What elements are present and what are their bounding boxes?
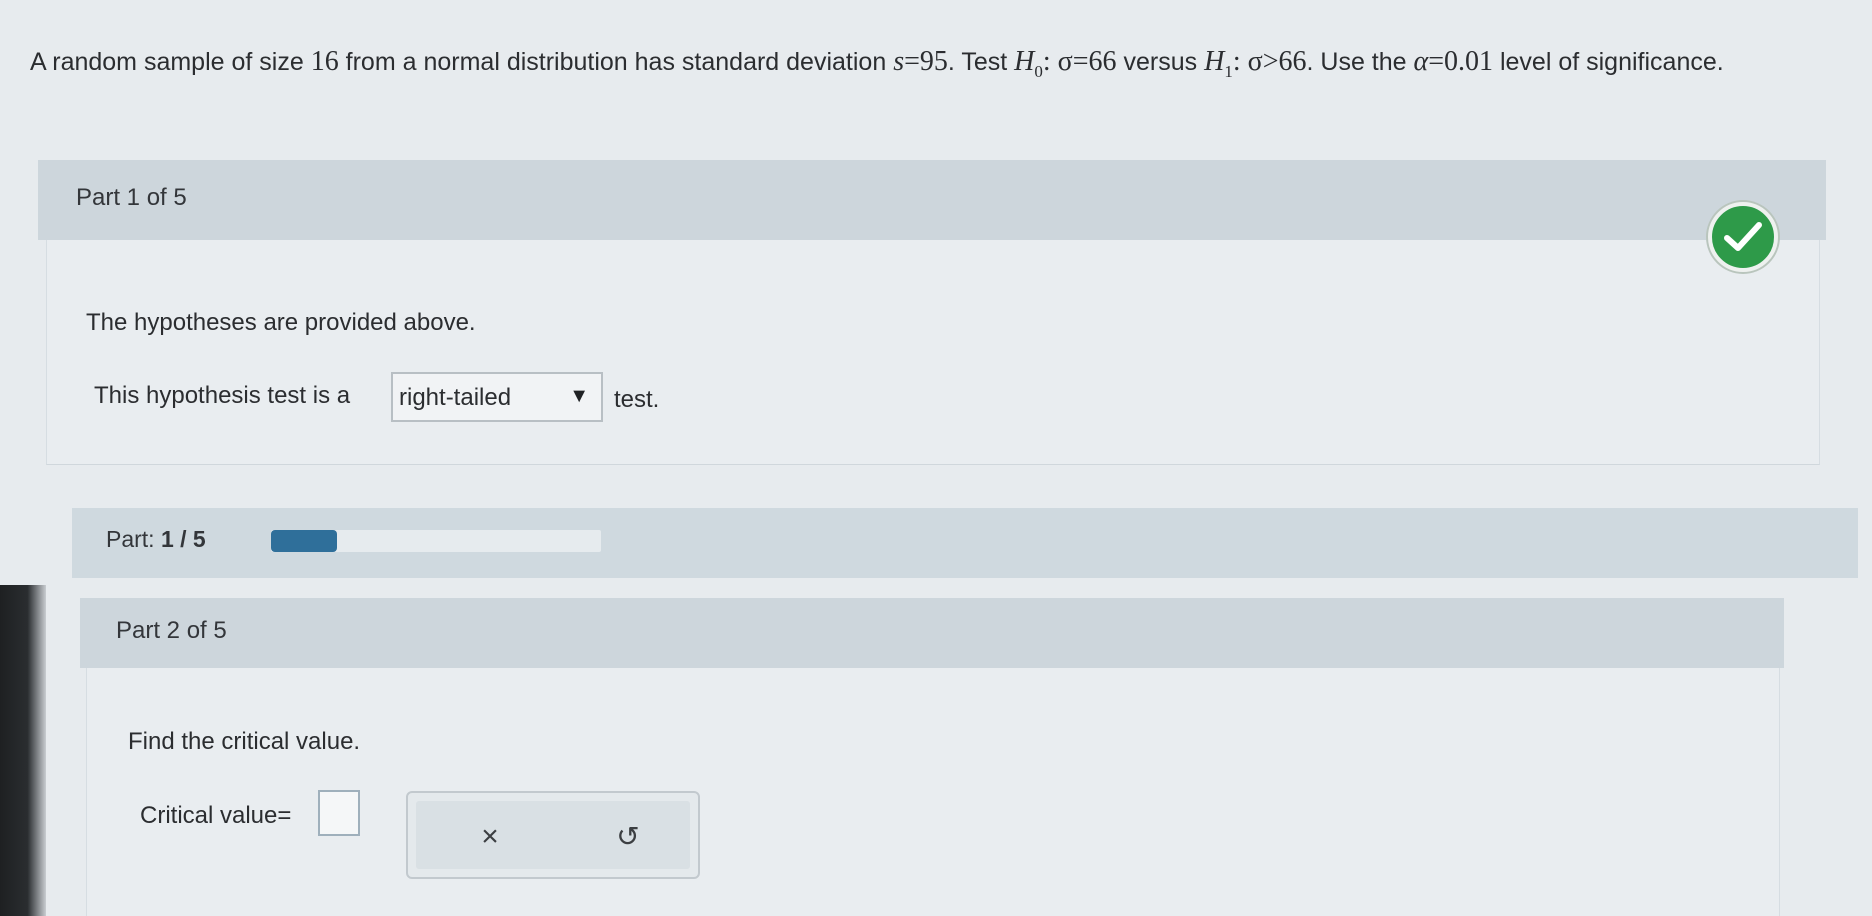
dropdown-arrow-icon: ▼ <box>569 385 589 407</box>
checkmark-icon <box>1724 222 1762 251</box>
question-mid4: . Use the <box>1306 48 1407 76</box>
h1-variable: H <box>1204 46 1225 77</box>
s-value: =95 <box>904 46 948 77</box>
part2-title: Part 2 of 5 <box>116 617 227 644</box>
alpha-value: =0.01 <box>1428 46 1494 77</box>
critical-value-label: Critical value= <box>140 802 292 829</box>
part1-title: Part 1 of 5 <box>76 184 187 211</box>
answer-tools-inner: × ↺ <box>416 801 690 869</box>
question-mid3: versus <box>1123 48 1198 76</box>
question-outro: level of significance. <box>1499 48 1724 76</box>
h0-subscript: 0 <box>1034 62 1043 81</box>
question-intro: A random sample of size <box>30 48 304 76</box>
clear-button[interactable]: × <box>472 819 508 855</box>
h0-variable: H <box>1014 46 1035 77</box>
part1-header: Part 1 of 5 <box>38 160 1826 240</box>
tail-type-value: right-tailed <box>399 384 512 411</box>
critical-value-prompt: Find the critical value. <box>128 728 361 755</box>
progress-label: Part: 1 / 5 <box>106 526 206 553</box>
s-variable: s <box>893 46 905 77</box>
tail-type-select[interactable]: right-tailed ▼ <box>391 372 603 422</box>
close-icon: × <box>481 820 499 853</box>
part2-header: Part 2 of 5 <box>80 598 1784 668</box>
undo-icon: ↺ <box>616 821 640 852</box>
screen-left-edge <box>0 585 46 916</box>
progress-track <box>271 530 601 552</box>
h1-relation: : σ>66 <box>1232 46 1307 77</box>
test-prefix-text: This hypothesis test is a <box>94 382 351 409</box>
question-mid1: from a normal distribution has standard … <box>345 48 887 76</box>
test-suffix-text: test. <box>614 386 660 413</box>
sample-size: 16 <box>310 46 339 77</box>
critical-value-input[interactable] <box>318 790 360 836</box>
part1-complete-badge <box>1708 202 1778 272</box>
progress-label-text: Part: <box>106 526 155 552</box>
undo-button[interactable]: ↺ <box>610 819 646 855</box>
h0-relation: : σ=66 <box>1042 46 1117 77</box>
alpha-variable: α <box>1413 46 1429 77</box>
part-progress: Part: 1 / 5 <box>72 508 1858 578</box>
h1-subscript: 1 <box>1224 62 1233 81</box>
progress-fill <box>271 530 337 552</box>
progress-value: 1 / 5 <box>160 526 206 552</box>
question-text: A random sample of size 16 from a normal… <box>30 38 1840 96</box>
question-mid2: . Test <box>947 48 1008 76</box>
part1-body <box>46 240 1820 465</box>
hypotheses-text: The hypotheses are provided above. <box>86 309 476 336</box>
answer-tools-panel: × ↺ <box>406 791 700 879</box>
